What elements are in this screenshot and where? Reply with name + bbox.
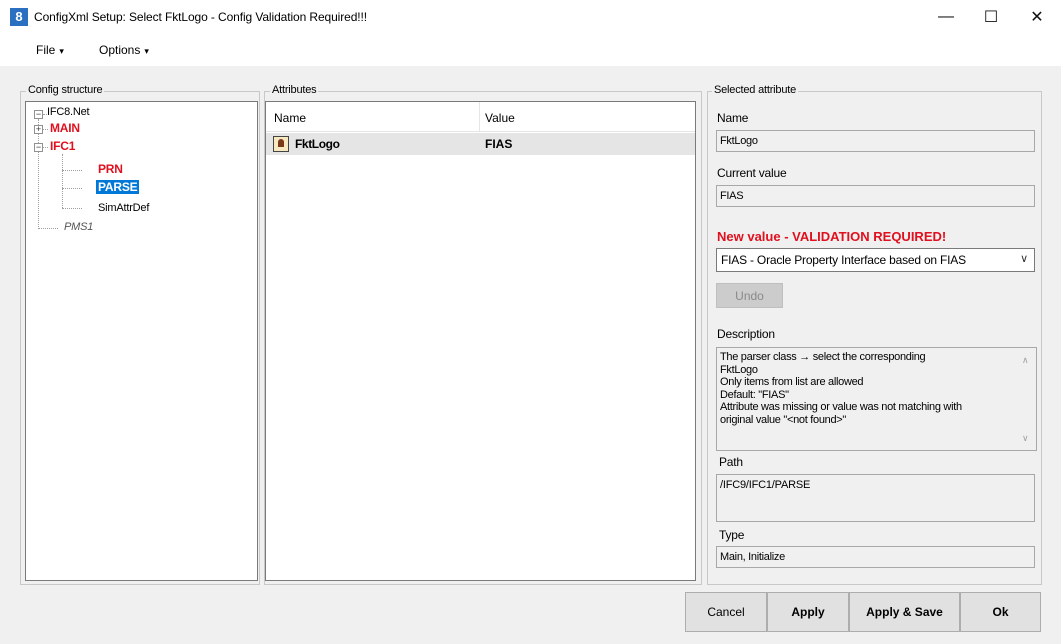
type-label: Type xyxy=(719,528,745,542)
attribute-icon xyxy=(273,136,289,152)
undo-button[interactable]: Undo xyxy=(716,283,783,308)
new-value-selected: FIAS - Oracle Property Interface based o… xyxy=(721,253,966,267)
collapse-icon[interactable]: − xyxy=(34,143,43,152)
current-value-label: Current value xyxy=(717,166,787,180)
tree-node-ifc1[interactable]: IFC1 xyxy=(50,139,75,153)
config-tree[interactable]: − IFC8.Net + MAIN − IFC1 PRN PARSE SimAt… xyxy=(25,101,258,581)
app-icon-text: 8 xyxy=(15,9,23,24)
new-value-label: New value - VALIDATION REQUIRED! xyxy=(717,229,947,244)
collapse-icon[interactable]: − xyxy=(34,110,43,119)
name-label: Name xyxy=(717,111,749,125)
menu-file-label: File xyxy=(36,43,56,57)
window-title: ConfigXml Setup: Select FktLogo - Config… xyxy=(34,10,367,24)
apply-button[interactable]: Apply xyxy=(767,592,849,632)
tree-node-root[interactable]: IFC8.Net xyxy=(47,106,90,118)
chevron-down-icon[interactable]: ∨ xyxy=(1022,432,1029,445)
chevron-down-icon: ∨ xyxy=(1020,253,1028,265)
tree-node-parse[interactable]: PARSE xyxy=(96,180,140,194)
attributes-header: Name Value xyxy=(266,102,695,132)
menu-options[interactable]: Options ▾ xyxy=(99,43,149,57)
chevron-up-icon[interactable]: ∧ xyxy=(1022,354,1029,367)
description-line: Default: "FIAS" xyxy=(720,388,789,401)
attributes-label: Attributes xyxy=(270,84,319,96)
tree-node-parse-label: PARSE xyxy=(96,180,140,194)
attributes-list[interactable]: Name Value FktLogo FIAS xyxy=(265,101,696,581)
expand-icon[interactable]: + xyxy=(34,125,43,134)
description-label: Description xyxy=(717,327,775,341)
description-line: original value "<not found>" xyxy=(720,413,847,426)
current-value-field: FIAS xyxy=(716,185,1035,207)
cancel-button[interactable]: Cancel xyxy=(685,592,767,632)
column-header-name[interactable]: Name xyxy=(274,111,306,125)
chevron-down-icon: ▾ xyxy=(144,46,149,56)
tree-node-main[interactable]: MAIN xyxy=(50,121,80,135)
column-header-value[interactable]: Value xyxy=(485,111,515,125)
maximize-icon: ☐ xyxy=(983,9,999,26)
description-scrollbar[interactable]: ∧ ∨ xyxy=(1019,348,1036,450)
table-row[interactable]: FktLogo FIAS xyxy=(266,133,695,155)
close-button[interactable]: ✕ xyxy=(1014,0,1060,34)
tree-node-pms1[interactable]: PMS1 xyxy=(64,221,93,233)
minimize-icon: — xyxy=(938,8,954,25)
name-field: FktLogo xyxy=(716,130,1035,152)
menu-bar: File ▾ Options ▾ xyxy=(0,34,1061,66)
new-value-select[interactable]: FIAS - Oracle Property Interface based o… xyxy=(716,248,1035,272)
tree-node-prn[interactable]: PRN xyxy=(98,162,123,176)
menu-file[interactable]: File ▾ xyxy=(36,43,64,57)
ok-button[interactable]: Ok xyxy=(960,592,1041,632)
maximize-button[interactable]: ☐ xyxy=(968,0,1014,34)
tree-node-simattrdef[interactable]: SimAttrDef xyxy=(98,202,149,214)
type-field: Main, Initialize xyxy=(716,546,1035,568)
description-line: FktLogo xyxy=(720,363,758,376)
app-icon: 8 xyxy=(10,8,28,26)
description-box[interactable]: The parser class → select the correspond… xyxy=(716,347,1037,451)
selected-attribute-label: Selected attribute xyxy=(712,84,799,96)
chevron-down-icon: ▾ xyxy=(59,46,64,56)
config-structure-label: Config structure xyxy=(26,84,105,96)
attribute-name-cell: FktLogo xyxy=(295,137,340,151)
path-field: /IFC9/IFC1/PARSE xyxy=(716,474,1035,522)
menu-options-label: Options xyxy=(99,43,141,57)
attribute-value-cell: FIAS xyxy=(485,137,513,151)
description-line: Only items from list are allowed xyxy=(720,376,864,388)
apply-save-button[interactable]: Apply & Save xyxy=(849,592,960,632)
minimize-button[interactable]: — xyxy=(923,0,969,34)
description-line: Attribute was missing or value was not m… xyxy=(720,401,962,413)
close-icon: ✕ xyxy=(1030,9,1044,26)
description-line: The parser class → select the correspond… xyxy=(720,351,926,363)
title-bar: 8 ConfigXml Setup: Select FktLogo - Conf… xyxy=(0,0,1061,34)
path-label: Path xyxy=(719,455,743,469)
